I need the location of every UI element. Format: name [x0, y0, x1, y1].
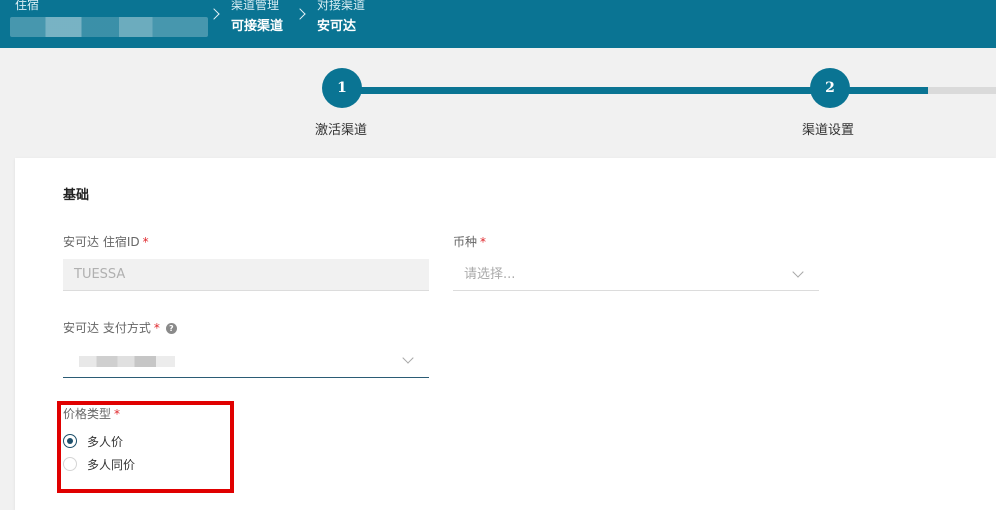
redacted-property-name	[10, 17, 208, 37]
breadcrumb-root-label[interactable]: 住宿	[15, 0, 39, 12]
redacted-payment-value	[79, 356, 175, 367]
section-title: 基础	[63, 188, 90, 203]
payment-method-select[interactable]	[63, 345, 429, 378]
breadcrumb-available-channels[interactable]: 可接渠道	[231, 19, 283, 35]
property-id-input: TUESSA	[63, 259, 429, 291]
help-icon[interactable]: ?	[165, 323, 177, 334]
progress-track-remaining	[928, 87, 996, 94]
top-header: 住宿 渠道管理 可接渠道 对接渠道 安可达	[0, 0, 996, 48]
step-2-label: 渠道设置	[802, 123, 855, 138]
chevron-down-icon	[402, 352, 414, 364]
breadcrumb-connected-channels[interactable]: 对接渠道	[317, 0, 365, 12]
currency-select[interactable]: 请选择...	[453, 259, 819, 291]
breadcrumb-channel-management[interactable]: 渠道管理	[231, 0, 279, 12]
step-1-circle[interactable]: 1	[322, 68, 362, 108]
chevron-down-icon	[792, 266, 804, 278]
currency-placeholder: 请选择...	[464, 267, 516, 282]
chevron-right-icon	[208, 8, 220, 20]
currency-label: 币种 *	[453, 235, 487, 249]
breadcrumb-current-channel: 安可达	[317, 19, 357, 34]
chevron-right-icon	[294, 8, 306, 20]
property-id-label: 安可达 住宿ID *	[63, 235, 149, 249]
step-2-circle[interactable]: 2	[810, 68, 850, 108]
highlight-box	[57, 401, 234, 493]
payment-method-label: 安可达 支付方式 *?	[63, 319, 177, 336]
settings-card: 基础 安可达 住宿ID * TUESSA 币种 * 请选择... 安可达 支付方式 *…	[15, 158, 996, 510]
step-1-label: 激活渠道	[315, 123, 368, 138]
